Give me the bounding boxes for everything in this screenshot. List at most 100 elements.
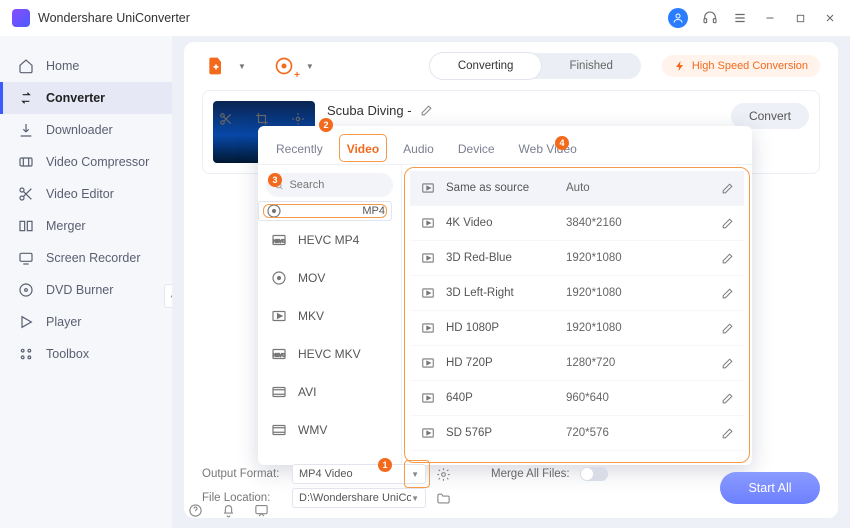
chevron-down-icon[interactable]: ▼: [306, 62, 314, 71]
sidebar-item-dvd-burner[interactable]: DVD Burner: [0, 274, 172, 306]
chevron-down-icon[interactable]: ▼: [238, 62, 246, 71]
play-rect-icon: [420, 355, 436, 371]
status-segmented: Converting Finished: [430, 53, 641, 79]
output-format-label: Output Format:: [202, 468, 282, 480]
trim-icon[interactable]: [217, 110, 235, 128]
preset-row[interactable]: 3D Left-Right1920*1080: [410, 276, 744, 311]
tab-recently[interactable]: Recently: [274, 136, 325, 164]
high-speed-conversion[interactable]: High Speed Conversion: [662, 55, 820, 77]
play-rect-icon: [420, 425, 436, 441]
preset-row[interactable]: 3D Red-Blue1920*1080: [410, 241, 744, 276]
headset-icon[interactable]: [702, 10, 718, 26]
edit-preset-icon[interactable]: [721, 217, 734, 230]
preset-name: 640P: [446, 392, 566, 404]
settings-icon[interactable]: [436, 467, 451, 482]
sidebar-item-converter[interactable]: Converter: [0, 82, 172, 114]
menu-icon[interactable]: [732, 10, 748, 26]
dvd-icon: [18, 282, 34, 298]
preset-row[interactable]: HD 1080P1920*1080: [410, 311, 744, 346]
tab-web-video[interactable]: Web Video: [517, 136, 579, 164]
sidebar-item-video-editor[interactable]: Video Editor: [0, 178, 172, 210]
merge-toggle[interactable]: [580, 467, 608, 481]
format-icon: [270, 421, 288, 439]
file-title: Scuba Diving -: [327, 103, 412, 118]
preset-name: SD 576P: [446, 427, 566, 439]
sidebar: Home Converter Downloader Video Compressor V…: [0, 36, 172, 528]
maximize-icon[interactable]: [792, 10, 808, 26]
sidebar-item-label: Video Editor: [46, 187, 114, 201]
folder-icon[interactable]: [436, 491, 451, 506]
edit-title-icon[interactable]: [420, 104, 433, 117]
sidebar-item-video-compressor[interactable]: Video Compressor: [0, 146, 172, 178]
format-mkv[interactable]: MKV: [258, 297, 401, 335]
sidebar-item-screen-recorder[interactable]: Screen Recorder: [0, 242, 172, 274]
format-mp4[interactable]: MP4: [258, 201, 392, 221]
sidebar-item-label: Home: [46, 59, 79, 73]
sidebar-item-label: Video Compressor: [46, 155, 149, 169]
compress-icon: [18, 154, 34, 170]
home-icon: [18, 58, 34, 74]
sidebar-item-toolbox[interactable]: Toolbox: [0, 338, 172, 370]
format-avi[interactable]: AVI: [258, 373, 401, 411]
preset-resolution: 3840*2160: [566, 217, 656, 229]
minimize-icon[interactable]: [762, 10, 778, 26]
format-hevc-mkv[interactable]: HEVCHEVC MKV: [258, 335, 401, 373]
tab-audio[interactable]: Audio: [401, 136, 436, 164]
preset-resolution: 960*640: [566, 392, 656, 404]
format-label: HEVC MP4: [298, 233, 359, 247]
format-search[interactable]: [266, 173, 393, 197]
edit-preset-icon[interactable]: [721, 252, 734, 265]
output-format-select[interactable]: MP4 Video ▼: [292, 464, 426, 484]
search-input[interactable]: [289, 179, 385, 191]
preset-resolution: Auto: [566, 182, 656, 194]
edit-preset-icon[interactable]: [721, 357, 734, 370]
edit-preset-icon[interactable]: [721, 427, 734, 440]
play-rect-icon: [420, 285, 436, 301]
start-all-button[interactable]: Start All: [720, 472, 820, 504]
file-location-select[interactable]: D:\Wondershare UniConverter ▼: [292, 488, 426, 508]
format-popup: RecentlyVideoAudioDeviceWeb Video MP4HEV…: [258, 126, 752, 465]
preset-row[interactable]: SD 576P720*576: [410, 416, 744, 451]
format-icon: HEVC: [270, 231, 288, 249]
format-hevc-mp4[interactable]: HEVC HEVC MP4: [258, 221, 401, 259]
tab-device[interactable]: Device: [456, 136, 497, 164]
feedback-icon[interactable]: [254, 503, 269, 518]
play-rect-icon: [420, 320, 436, 336]
chevron-down-icon[interactable]: ▼: [411, 470, 419, 479]
badge-1: 1: [378, 458, 392, 472]
sidebar-item-home[interactable]: Home: [0, 50, 172, 82]
merger-icon: [18, 218, 34, 234]
format-wmv[interactable]: WMV: [258, 411, 401, 449]
sidebar-item-label: Toolbox: [46, 347, 89, 361]
format-icon: [265, 202, 283, 220]
sidebar-item-label: Downloader: [46, 123, 113, 137]
help-icon[interactable]: [188, 503, 203, 518]
tab-video[interactable]: Video: [345, 136, 381, 164]
sidebar-item-merger[interactable]: Merger: [0, 210, 172, 242]
preset-row[interactable]: Same as sourceAuto: [410, 171, 744, 206]
app-title: Wondershare UniConverter: [38, 11, 668, 25]
segment-finished[interactable]: Finished: [541, 53, 640, 79]
add-dvd-button[interactable]: +: [270, 53, 298, 79]
close-icon[interactable]: [822, 10, 838, 26]
preset-resolution: 1280*720: [566, 357, 656, 369]
edit-preset-icon[interactable]: [721, 287, 734, 300]
bell-icon[interactable]: [221, 503, 236, 518]
preset-row[interactable]: HD 720P1280*720: [410, 346, 744, 381]
format-mov[interactable]: MOV: [258, 259, 401, 297]
preset-row[interactable]: 4K Video3840*2160: [410, 206, 744, 241]
segment-converting[interactable]: Converting: [430, 53, 542, 79]
bolt-icon: [674, 60, 686, 72]
play-rect-icon: [420, 250, 436, 266]
sidebar-item-downloader[interactable]: Downloader: [0, 114, 172, 146]
add-file-button[interactable]: [202, 53, 230, 79]
preset-row[interactable]: 640P960*640: [410, 381, 744, 416]
merge-label: Merge All Files:: [491, 468, 570, 480]
badge-2: 2: [319, 118, 333, 132]
edit-preset-icon[interactable]: [721, 392, 734, 405]
edit-preset-icon[interactable]: [721, 322, 734, 335]
edit-preset-icon[interactable]: [721, 182, 734, 195]
user-avatar[interactable]: [668, 8, 688, 28]
sidebar-item-player[interactable]: Player: [0, 306, 172, 338]
sidebar-item-label: Merger: [46, 219, 86, 233]
